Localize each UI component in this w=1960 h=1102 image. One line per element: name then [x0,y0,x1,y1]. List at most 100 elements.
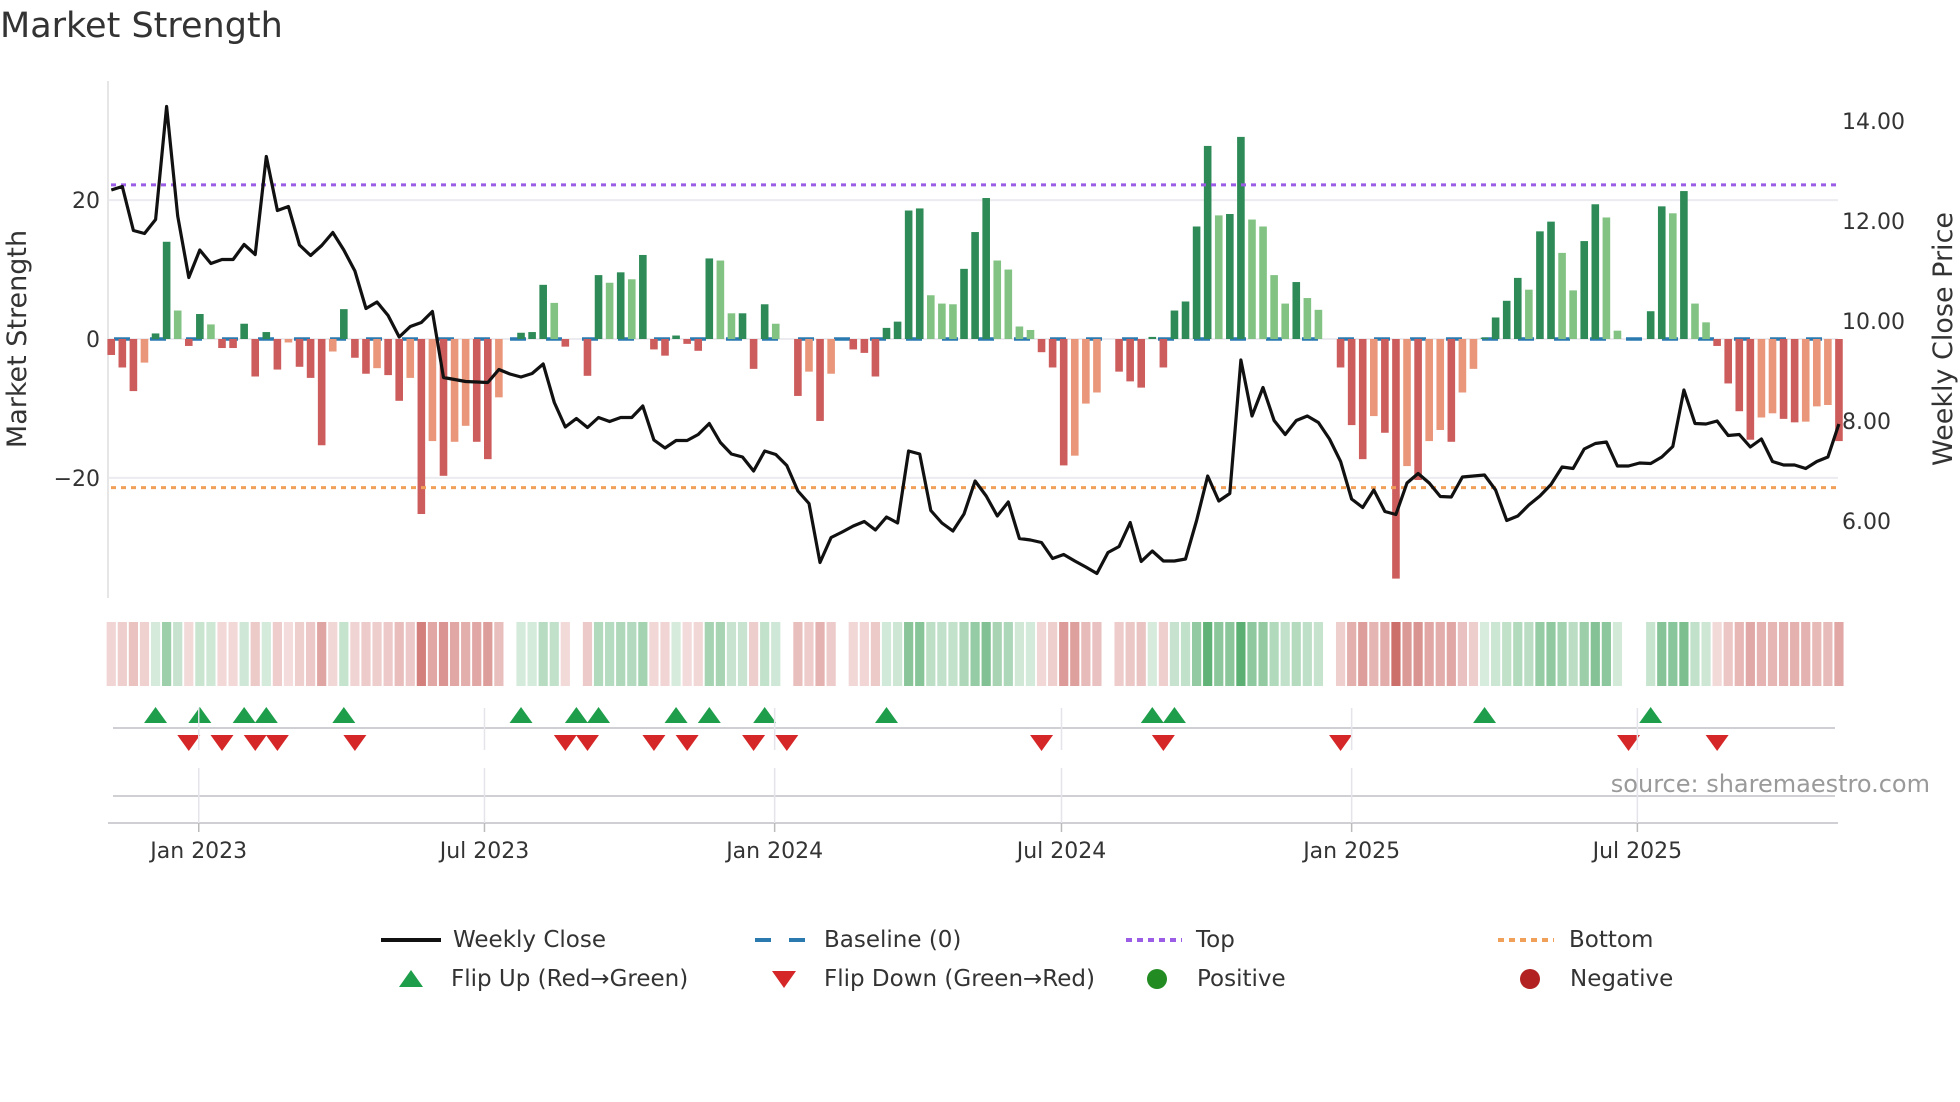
strip-cell [737,622,748,686]
bar-positive [262,332,271,339]
flip-up-marker [509,707,533,723]
bar-negative [1093,339,1101,393]
legend-item-bottom: Bottom [1498,922,1653,958]
bar-positive [1491,317,1500,339]
bar-negative [373,339,381,369]
bar-negative [1724,339,1732,384]
bar-positive [1680,191,1688,339]
strip-cell [217,622,227,686]
strip-cell [1236,622,1246,686]
bar-positive [528,332,536,339]
strip-cell [937,622,947,686]
strip-cell [1778,622,1789,686]
bar-negative [1381,339,1389,433]
bar-positive [340,309,348,339]
strip-cell [438,622,449,686]
strip-cell [1114,622,1124,686]
bar-negative [428,339,437,442]
bar-negative [1713,339,1721,346]
strip-cell [760,622,770,686]
bar-positive [162,241,171,339]
bar-positive [1702,322,1710,339]
strip-cell [1446,622,1456,686]
legend-item-baseline: Baseline (0) [755,922,961,958]
strip-cell [1468,622,1479,686]
strength-bars [107,136,1843,579]
bar-negative [1336,339,1345,368]
bar-positive [639,254,647,339]
strip-cell [593,622,604,686]
strip-cell [1524,622,1534,686]
flip-up-marker [254,707,278,723]
bar-positive [1502,300,1511,339]
strip-cell [339,622,349,686]
strip-cell [1302,622,1312,686]
bar-negative [1059,339,1068,466]
bar-positive [173,310,182,339]
legend-item-flip-up: Flip Up (Red→Green) [398,961,688,997]
bar-positive [240,323,248,339]
flip-up-marker [697,707,721,723]
strip-cell [1180,622,1191,686]
strip-cell [494,622,504,686]
strip-cell [527,622,537,686]
bar-positive [1602,217,1611,339]
bar-negative [1403,339,1411,467]
bar-negative [1801,339,1810,422]
bar-negative [384,339,392,376]
flip-down-marker [742,735,766,751]
bar-positive [1525,289,1533,339]
strip-cell [1535,622,1545,686]
flip-down-marker [1329,735,1353,751]
legend-label: Flip Down (Green→Red) [824,966,1095,992]
y2-tick-label: 10.00 [1842,310,1905,335]
bar-negative [1824,339,1832,405]
bar-negative [1347,339,1356,426]
strip-cell [682,622,692,686]
bar-positive [1613,330,1622,339]
bar-negative [317,339,326,446]
y-tick-label: 0 [86,328,100,353]
strip-cell [1657,622,1667,686]
bar-negative [1458,339,1467,393]
strip-cell [350,622,360,686]
flip-up-marker [144,707,168,723]
bar-positive [1513,277,1522,339]
bar-positive [1214,215,1223,339]
y2-axis-label: Weekly Close Price [1928,212,1959,466]
strip-cell [1712,622,1722,686]
strip-cell [1701,622,1711,686]
bar-positive [738,313,747,339]
legend-label: Positive [1197,966,1286,992]
strip-cell [1192,622,1202,686]
strip-cell [1834,622,1844,686]
bar-positive [539,284,547,339]
strip-cell [483,622,493,686]
bar-positive [904,210,913,339]
strip-cell [1756,622,1767,686]
bar-positive [771,323,780,339]
bar-negative [129,339,138,392]
bar-negative [472,339,481,442]
strip-cell [1590,622,1600,686]
strip-cell [1723,622,1733,686]
dashed-line-icon [755,938,811,942]
strip-cell [560,622,570,686]
bar-negative [1757,339,1766,418]
strip-cell [915,622,925,686]
strip-cell [461,622,471,686]
bar-negative [849,339,858,350]
flip-down-marker [553,735,577,751]
strip-cell [1169,622,1180,686]
bar-negative [1469,339,1478,369]
strip-cell [361,622,371,686]
bar-positive [672,335,680,339]
strip-cell [1402,622,1412,686]
bar-negative [1414,339,1422,480]
bar-negative [1779,339,1788,419]
flip-up-marker [1162,707,1186,723]
strip-cell [1092,622,1102,686]
strip-cell [1790,622,1800,686]
strip-cell [162,622,172,686]
strip-cell [948,622,958,686]
